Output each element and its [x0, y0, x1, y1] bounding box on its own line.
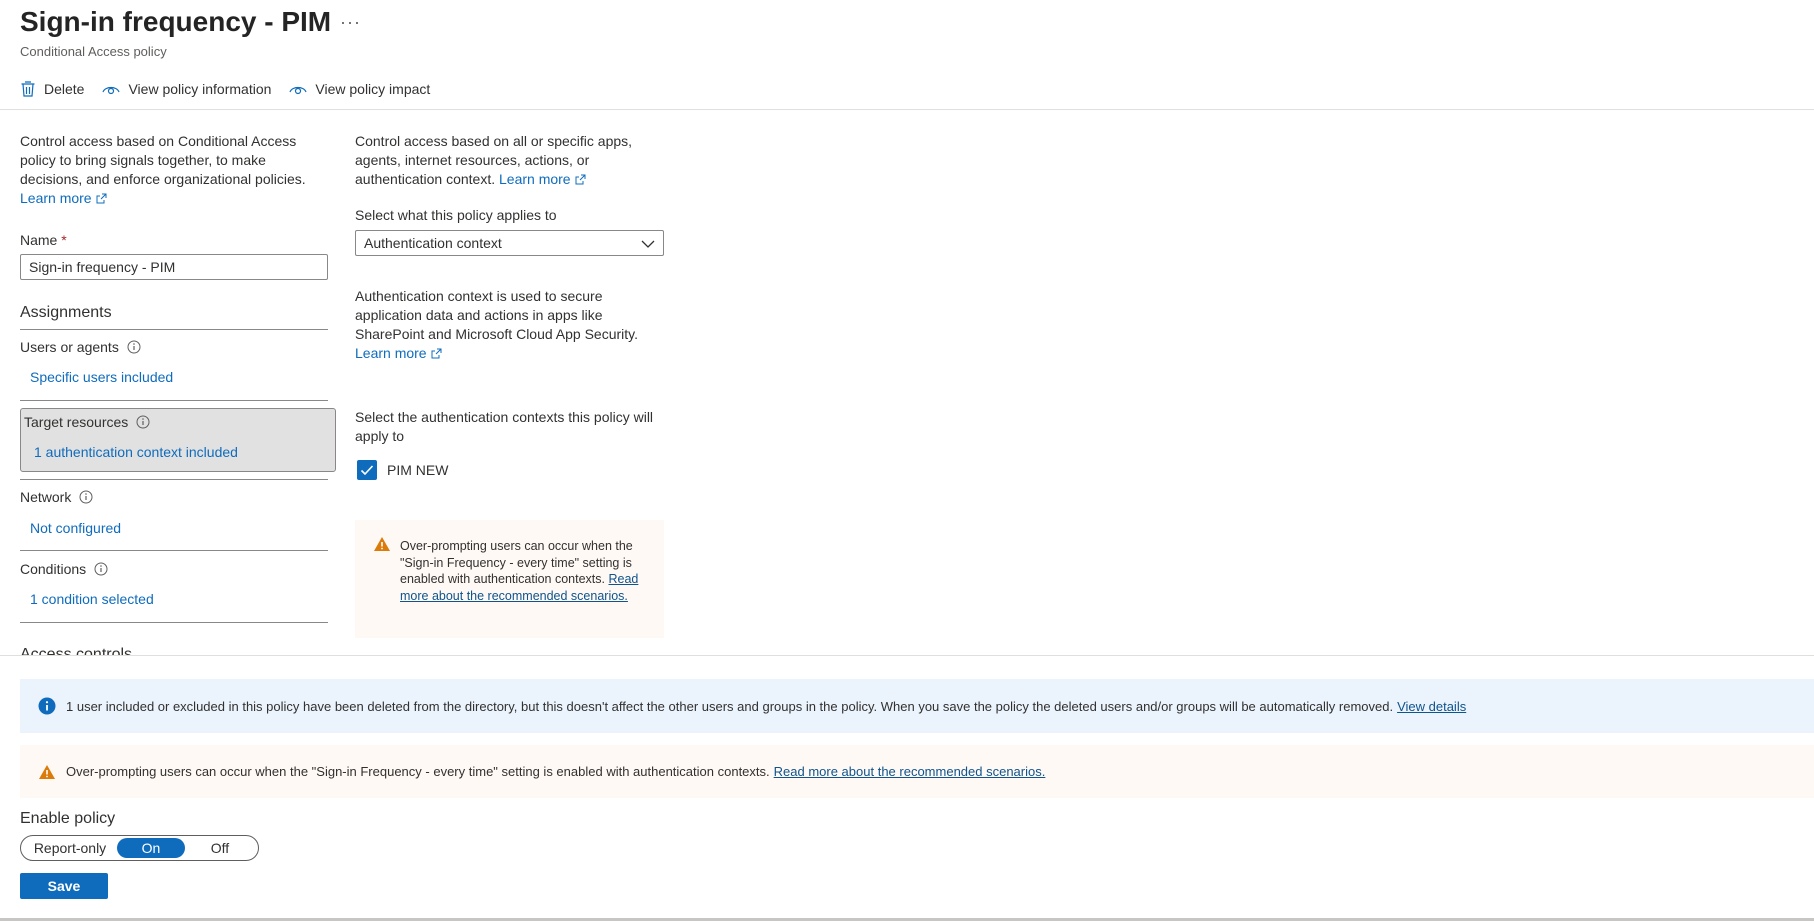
- warning-icon: [373, 537, 391, 555]
- policy-description: Control access based on Conditional Acce…: [20, 133, 306, 206]
- learn-more-link[interactable]: Learn more: [499, 171, 586, 187]
- delete-button[interactable]: Delete: [20, 80, 84, 98]
- page-subtitle: Conditional Access policy: [20, 44, 167, 59]
- view-policy-information-button[interactable]: View policy information: [102, 81, 271, 97]
- checkbox-checked[interactable]: [357, 460, 377, 480]
- page-title: Sign-in frequency - PIM: [20, 6, 332, 37]
- info-icon: [127, 340, 141, 354]
- toggle-option-on[interactable]: On: [117, 838, 185, 858]
- view-policy-impact-button[interactable]: View policy impact: [289, 81, 430, 97]
- delete-label: Delete: [44, 81, 85, 97]
- assignments-divider: [20, 329, 328, 330]
- warning-banner-text: Over-prompting users can occur when the …: [66, 764, 770, 779]
- save-button[interactable]: Save: [20, 873, 108, 899]
- view-policy-impact-label: View policy impact: [315, 81, 431, 97]
- info-icon: [38, 697, 56, 715]
- learn-more-link[interactable]: Learn more: [20, 190, 107, 206]
- target-resources-link[interactable]: 1 authentication context included: [34, 444, 238, 460]
- assignments-heading: Assignments: [20, 304, 112, 321]
- applies-to-label: Select what this policy applies to: [355, 207, 557, 223]
- conditions-label: Conditions: [20, 561, 108, 577]
- info-icon: [94, 562, 108, 576]
- applies-to-value: Authentication context: [364, 235, 502, 251]
- recommended-scenarios-link[interactable]: Read more about the recommended scenario…: [774, 764, 1046, 779]
- required-marker: *: [61, 232, 67, 248]
- more-options-button[interactable]: ···: [340, 12, 361, 33]
- applies-to-dropdown[interactable]: Authentication context: [355, 230, 664, 256]
- name-input[interactable]: [20, 254, 328, 280]
- content-divider: [0, 655, 1814, 656]
- external-link-icon: [575, 174, 586, 185]
- info-banner-text: 1 user included or excluded in this poli…: [66, 698, 1394, 714]
- info-icon: [79, 490, 93, 504]
- toggle-option-off[interactable]: Off: [185, 838, 255, 858]
- name-label: Name *: [20, 232, 67, 248]
- info-icon: [136, 415, 150, 429]
- view-details-link[interactable]: View details: [1397, 699, 1466, 714]
- users-or-agents-link[interactable]: Specific users included: [30, 369, 173, 385]
- warning-icon: [38, 764, 56, 780]
- toggle-option-report-only[interactable]: Report-only: [23, 838, 117, 858]
- users-divider: [20, 400, 328, 401]
- toolbar-divider: [0, 109, 1814, 110]
- network-divider: [20, 550, 328, 551]
- network-link[interactable]: Not configured: [30, 520, 121, 536]
- eye-icon: [289, 82, 307, 96]
- context-option-label: PIM NEW: [387, 462, 449, 478]
- target-resources-label: Target resources: [24, 414, 150, 430]
- target-divider: [20, 479, 328, 480]
- learn-more-link[interactable]: Learn more: [355, 345, 442, 361]
- context-option-pim-new[interactable]: PIM NEW: [357, 460, 448, 480]
- trash-icon: [20, 80, 36, 98]
- warning-text: Over-prompting users can occur when the …: [400, 539, 639, 603]
- command-bar: Delete View policy information View poli…: [20, 76, 430, 102]
- network-label: Network: [20, 489, 93, 505]
- view-policy-information-label: View policy information: [128, 81, 272, 97]
- warning-banner: Over-prompting users can occur when the …: [20, 745, 1814, 798]
- users-or-agents-label: Users or agents: [20, 339, 141, 355]
- eye-icon: [102, 82, 121, 96]
- chevron-down-icon: [641, 235, 655, 251]
- access-controls-heading: Access controls: [20, 646, 133, 655]
- external-link-icon: [431, 348, 442, 359]
- enable-policy-label: Enable policy: [20, 810, 116, 827]
- external-link-icon: [96, 193, 107, 204]
- contexts-label: Select the authentication contexts this …: [355, 409, 654, 444]
- conditions-divider: [20, 622, 328, 623]
- enable-policy-toggle: Report-only On Off: [20, 835, 259, 861]
- info-banner: 1 user included or excluded in this poli…: [20, 679, 1814, 733]
- warning-box: Over-prompting users can occur when the …: [355, 520, 664, 638]
- checkmark-icon: [360, 465, 374, 476]
- auth-context-description: Authentication context is used to secure…: [355, 288, 639, 361]
- conditions-link[interactable]: 1 condition selected: [30, 591, 154, 607]
- target-description: Control access based on all or specific …: [355, 133, 633, 187]
